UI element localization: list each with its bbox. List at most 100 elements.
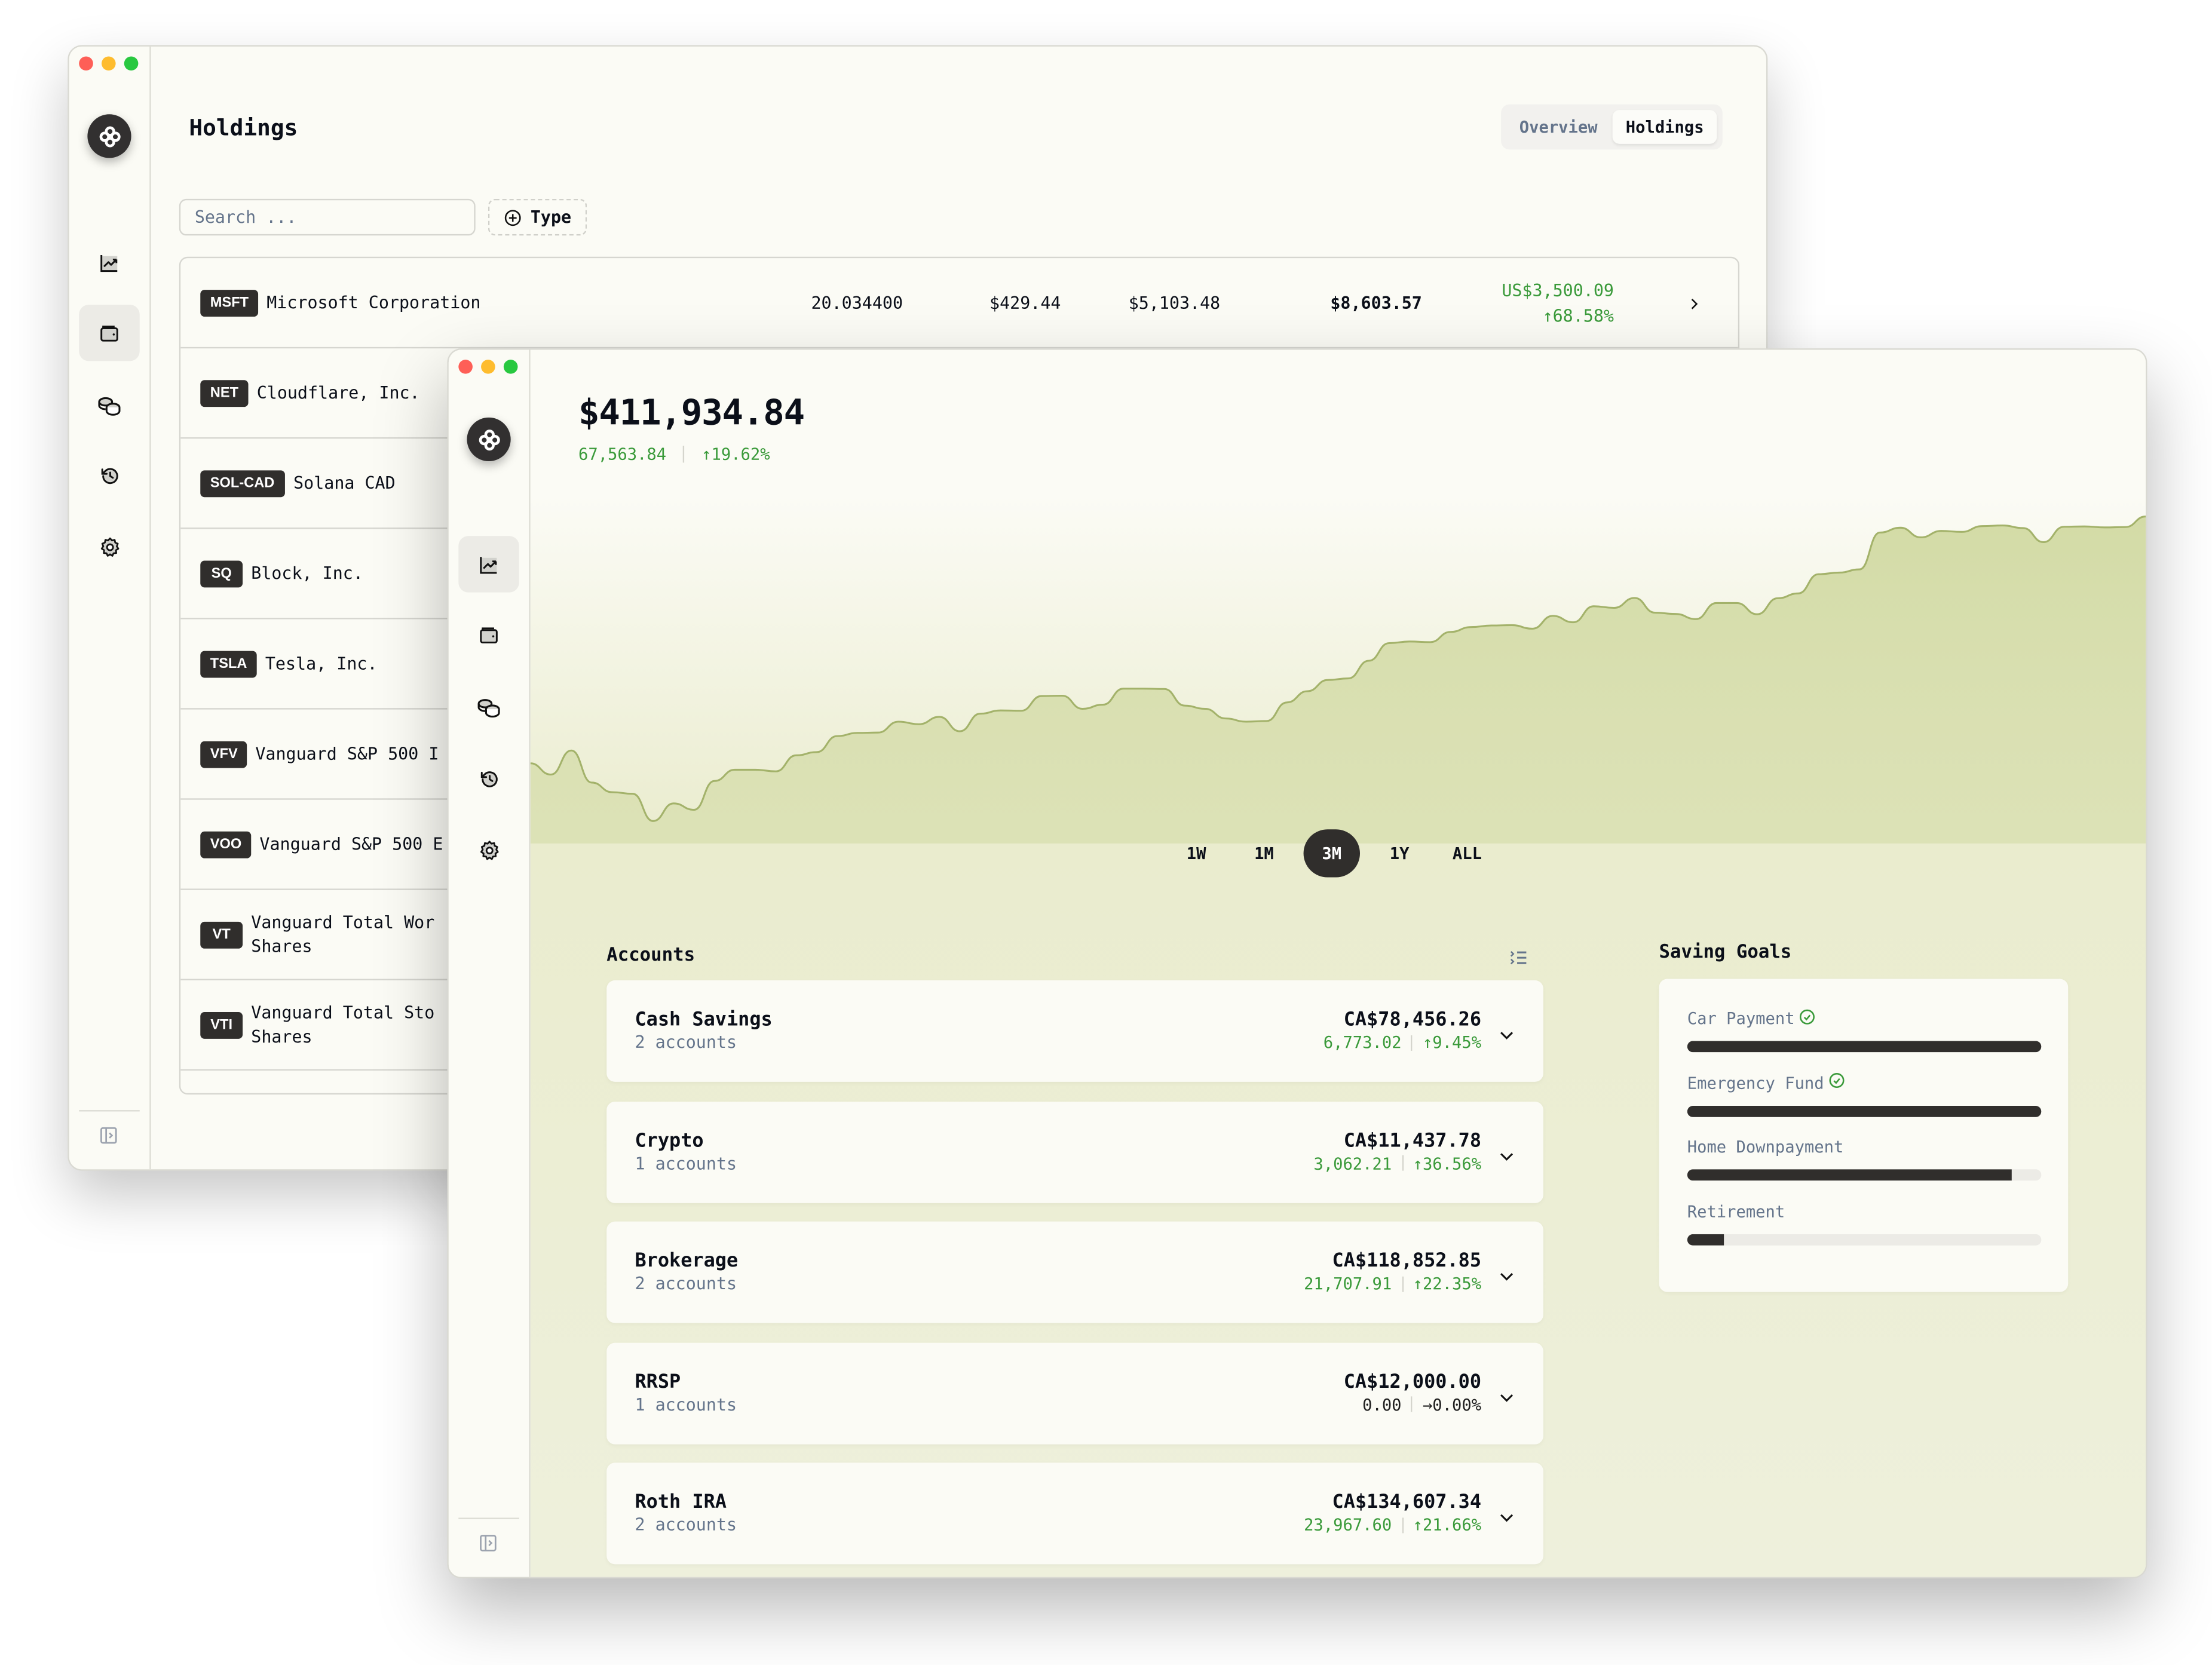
account-group[interactable]: Cash Savings 2 accounts CA$78,456.26 6,773.… bbox=[606, 980, 1543, 1082]
tab-overview[interactable]: Overview bbox=[1507, 110, 1610, 144]
account-gain-pct: ↑36.56% bbox=[1413, 1153, 1482, 1173]
coins-icon bbox=[98, 396, 121, 415]
separator bbox=[1401, 1517, 1404, 1533]
goal-label: Car Payment bbox=[1687, 1008, 1795, 1029]
nav-activity[interactable] bbox=[79, 447, 140, 503]
portfolio-chart[interactable] bbox=[530, 491, 2146, 844]
saving-goal: Car Payment bbox=[1687, 1007, 2042, 1053]
close-button[interactable] bbox=[458, 360, 473, 374]
app-logo[interactable] bbox=[87, 114, 131, 158]
minimize-button[interactable] bbox=[101, 56, 116, 71]
account-count: 2 accounts bbox=[635, 1032, 737, 1053]
tab-holdings[interactable]: Holdings bbox=[1613, 110, 1717, 144]
account-group[interactable]: Roth IRA 2 accounts CA$134,607.34 23,967.60… bbox=[606, 1462, 1543, 1565]
chart-line-icon bbox=[480, 556, 497, 574]
wallet-icon bbox=[100, 324, 118, 341]
chevron-right-icon[interactable] bbox=[1687, 289, 1702, 316]
goal-progress-bar bbox=[1687, 1105, 2042, 1117]
type-filter-button[interactable]: Type bbox=[488, 198, 587, 236]
saving-goals-card: Car Payment Emergency Fund Home Downpaymen… bbox=[1659, 979, 2069, 1292]
logo-icon bbox=[478, 428, 500, 450]
window-controls bbox=[79, 56, 139, 71]
list-sort-icon bbox=[1510, 950, 1527, 965]
account-name: RRSP bbox=[635, 1370, 681, 1393]
wallet-icon bbox=[480, 627, 498, 643]
account-gain-pct: ↑22.35% bbox=[1413, 1273, 1482, 1294]
coins-icon bbox=[477, 698, 500, 717]
ticker-badge: VFV bbox=[200, 740, 248, 768]
account-name: Brokerage bbox=[635, 1249, 739, 1272]
account-name: Crypto bbox=[635, 1129, 704, 1152]
goal-label-row: Emergency Fund bbox=[1687, 1072, 2042, 1094]
ticker-badge: MSFT bbox=[200, 289, 259, 316]
account-value: CA$11,437.78 bbox=[1343, 1129, 1482, 1152]
goal-label: Retirement bbox=[1687, 1201, 1785, 1222]
accounts-title: Accounts bbox=[606, 945, 696, 967]
account-change: 0.00 →0.00% bbox=[1362, 1394, 1481, 1414]
range-3m[interactable]: 3M bbox=[1303, 829, 1361, 878]
range-1w[interactable]: 1W bbox=[1168, 829, 1224, 877]
search-input[interactable] bbox=[179, 198, 476, 236]
sidebar-divider bbox=[79, 1110, 140, 1112]
goal-label-row: Car Payment bbox=[1687, 1007, 2042, 1030]
dashboard-window: $411,934.84 67,563.84 ↑19.62% 1W 1M 3M 1Y AL… bbox=[447, 348, 2147, 1578]
ticker-badge: NET bbox=[200, 379, 249, 406]
gain-amount: US$3,500.09 bbox=[1502, 280, 1614, 300]
chevron-down-icon[interactable] bbox=[1498, 1023, 1515, 1050]
goal-label: Emergency Fund bbox=[1687, 1072, 1824, 1093]
ticker-badge: VT bbox=[200, 921, 243, 948]
ticker-badge: VOO bbox=[200, 830, 252, 858]
saving-goal: Retirement bbox=[1687, 1200, 2042, 1246]
portfolio-gain: 67,563.84 bbox=[578, 444, 667, 464]
range-all[interactable]: ALL bbox=[1439, 829, 1495, 877]
nav-performance[interactable] bbox=[458, 536, 519, 593]
gear-icon bbox=[479, 841, 498, 860]
account-value: CA$134,607.34 bbox=[1332, 1491, 1482, 1514]
goal-label: Home Downpayment bbox=[1687, 1137, 1844, 1157]
account-gain: 23,967.60 bbox=[1304, 1514, 1392, 1535]
range-1y[interactable]: 1Y bbox=[1371, 829, 1427, 877]
nav-income[interactable] bbox=[458, 679, 519, 735]
sort-button[interactable] bbox=[1509, 945, 1528, 972]
nav-income[interactable] bbox=[79, 376, 140, 433]
holding-name: Microsoft Corporation bbox=[266, 292, 481, 312]
nav-settings[interactable] bbox=[458, 822, 519, 878]
account-group[interactable]: RRSP 1 accounts CA$12,000.00 0.00 →0.00% bbox=[606, 1342, 1543, 1444]
account-group[interactable]: Brokerage 2 accounts CA$118,852.85 21,707.9… bbox=[606, 1221, 1543, 1323]
minimize-button[interactable] bbox=[481, 360, 495, 374]
gear-icon bbox=[100, 537, 119, 557]
maximize-button[interactable] bbox=[503, 360, 518, 374]
chevron-down-icon[interactable] bbox=[1498, 1505, 1515, 1532]
nav-settings[interactable] bbox=[79, 519, 140, 575]
account-gain: 6,773.02 bbox=[1323, 1032, 1402, 1053]
account-group[interactable]: Crypto 1 accounts CA$11,437.78 3,062.21 ↑36.… bbox=[606, 1100, 1543, 1203]
account-name: Cash Savings bbox=[635, 1008, 773, 1031]
account-name: Roth IRA bbox=[635, 1491, 727, 1514]
chevron-down-icon[interactable] bbox=[1498, 1264, 1515, 1290]
range-selector: 1W 1M 3M 1Y ALL bbox=[1168, 829, 1496, 878]
account-value: CA$12,000.00 bbox=[1343, 1370, 1482, 1393]
range-1m[interactable]: 1M bbox=[1236, 829, 1292, 877]
holding-gain: US$3,500.09 ↑68.58% bbox=[1502, 277, 1614, 328]
close-button[interactable] bbox=[79, 56, 93, 71]
dashboard-content: $411,934.84 67,563.84 ↑19.62% 1W 1M 3M 1Y AL… bbox=[530, 349, 2146, 1577]
nav-performance[interactable] bbox=[79, 234, 140, 290]
chevron-down-icon[interactable] bbox=[1498, 1384, 1515, 1411]
nav-holdings[interactable] bbox=[79, 304, 140, 361]
chevron-down-icon[interactable] bbox=[1498, 1143, 1515, 1170]
holding-row[interactable]: MSFT Microsoft Corporation 20.034400 $429.4… bbox=[180, 258, 1738, 349]
account-value: CA$118,852.85 bbox=[1332, 1249, 1482, 1272]
sidebar-toggle-button[interactable] bbox=[97, 1124, 120, 1147]
view-tabs: Overview Holdings bbox=[1501, 104, 1723, 150]
nav-activity[interactable] bbox=[458, 750, 519, 807]
account-count: 1 accounts bbox=[635, 1153, 737, 1173]
holding-price: $429.44 bbox=[989, 292, 1061, 312]
maximize-button[interactable] bbox=[124, 56, 139, 71]
saving-goals-title: Saving Goals bbox=[1659, 942, 1792, 964]
account-value: CA$78,456.26 bbox=[1343, 1008, 1482, 1031]
accounts-list: Cash Savings 2 accounts CA$78,456.26 6,773.… bbox=[606, 980, 1543, 1577]
app-logo[interactable] bbox=[467, 417, 511, 462]
ticker-badge: SQ bbox=[200, 560, 243, 587]
sidebar-toggle-button[interactable] bbox=[477, 1532, 500, 1554]
nav-holdings[interactable] bbox=[458, 606, 519, 663]
